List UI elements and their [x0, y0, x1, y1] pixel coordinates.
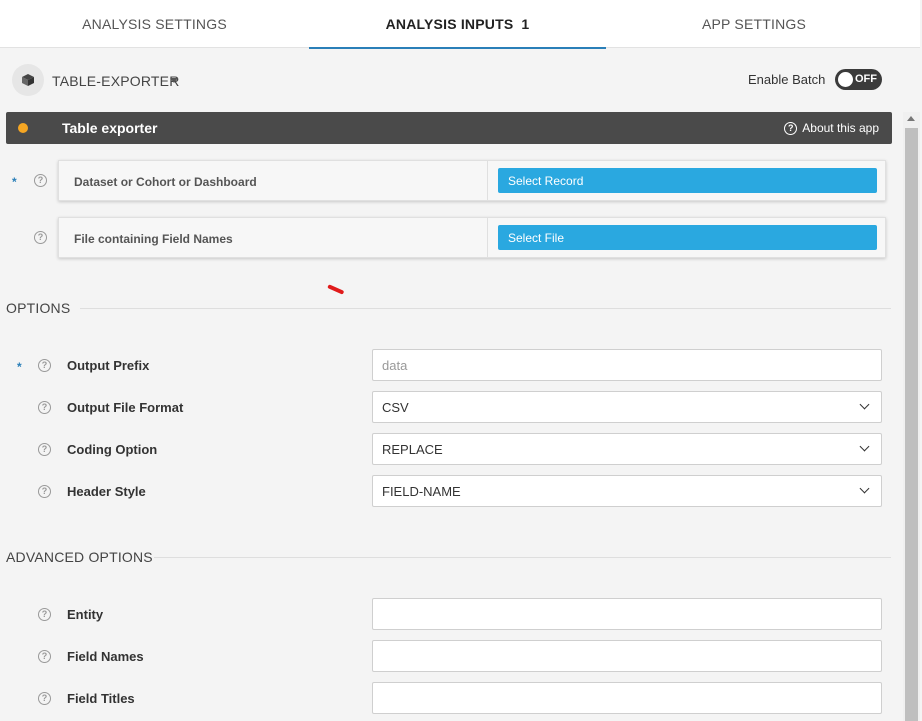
chevron-down-icon [859, 483, 870, 494]
tab-label: ANALYSIS INPUTS [385, 16, 514, 32]
required-marker: * [17, 360, 22, 374]
tab-analysis-inputs[interactable]: ANALYSIS INPUTS 1 [309, 0, 606, 49]
scroll-up-arrow-icon[interactable] [907, 116, 915, 121]
coding-option-select[interactable]: REPLACE [372, 433, 882, 465]
cube-icon [12, 64, 44, 96]
app-title: Table exporter [62, 120, 158, 136]
advanced-options-heading: ADVANCED OPTIONS [6, 549, 153, 565]
app-window: ANALYSIS SETTINGS ANALYSIS INPUTS 1 APP … [0, 0, 922, 721]
status-dot [18, 123, 28, 133]
scrollbar-thumb[interactable] [905, 128, 918, 721]
help-icon[interactable]: ? [38, 485, 51, 498]
output-prefix-input[interactable]: data [372, 349, 882, 381]
entity-input[interactable] [372, 598, 882, 630]
select-value: FIELD-NAME [382, 484, 461, 499]
select-file-button[interactable]: Select File [498, 225, 877, 250]
option-label: Coding Option [67, 442, 158, 457]
enable-batch-toggle[interactable]: OFF [835, 69, 882, 90]
option-label: Output Prefix [67, 358, 150, 373]
enable-batch-label: Enable Batch [748, 72, 826, 87]
divider [487, 161, 488, 200]
help-icon[interactable]: ? [38, 608, 51, 621]
header-style-select[interactable]: FIELD-NAME [372, 475, 882, 507]
input-field-names-file: File containing Field Names Select File [58, 217, 886, 258]
input-label: File containing Field Names [74, 232, 233, 246]
option-label: Header Style [67, 484, 146, 499]
about-label: About this app [802, 121, 879, 135]
input-dataset: Dataset or Cohort or Dashboard Select Re… [58, 160, 886, 201]
select-value: CSV [382, 400, 409, 415]
select-value: REPLACE [382, 442, 443, 457]
tab-label: ANALYSIS SETTINGS [82, 16, 227, 32]
app-header: TABLE-EXPORTER Enable Batch OFF [0, 49, 920, 109]
tab-analysis-settings[interactable]: ANALYSIS SETTINGS [0, 0, 309, 48]
app-name-dropdown[interactable]: TABLE-EXPORTER [52, 73, 180, 89]
chevron-down-icon [859, 441, 870, 452]
option-label: Output File Format [67, 400, 184, 415]
tab-app-settings[interactable]: APP SETTINGS [606, 0, 902, 48]
help-icon[interactable]: ? [38, 443, 51, 456]
option-label: Field Names [67, 649, 144, 664]
section-divider [154, 557, 891, 558]
tab-count-badge: 1 [521, 16, 530, 32]
help-icon[interactable]: ? [34, 174, 47, 187]
option-label: Field Titles [67, 691, 135, 706]
field-names-input[interactable] [372, 640, 882, 672]
help-icon[interactable]: ? [38, 401, 51, 414]
tab-bar: ANALYSIS SETTINGS ANALYSIS INPUTS 1 APP … [0, 0, 920, 49]
select-record-button[interactable]: Select Record [498, 168, 877, 193]
red-stroke-mark [327, 284, 345, 295]
required-marker: * [12, 175, 17, 189]
input-label: Dataset or Cohort or Dashboard [74, 175, 257, 189]
tab-label: APP SETTINGS [701, 16, 807, 32]
chevron-down-icon [859, 399, 870, 410]
field-titles-input[interactable] [372, 682, 882, 714]
options-heading: OPTIONS [6, 300, 71, 316]
caret-down-icon[interactable] [170, 78, 178, 83]
help-icon[interactable]: ? [38, 359, 51, 372]
about-this-app-link[interactable]: ? About this app [784, 121, 879, 135]
app-title-bar: Table exporter ? About this app [6, 112, 892, 144]
help-icon[interactable]: ? [34, 231, 47, 244]
divider [487, 218, 488, 257]
option-label: Entity [67, 607, 104, 622]
output-file-format-select[interactable]: CSV [372, 391, 882, 423]
help-icon[interactable]: ? [38, 650, 51, 663]
toggle-state: OFF [855, 73, 877, 85]
help-icon: ? [784, 121, 798, 135]
vertical-scrollbar[interactable] [903, 112, 920, 721]
toggle-knob [838, 72, 853, 87]
help-icon[interactable]: ? [38, 692, 51, 705]
section-divider [80, 308, 891, 309]
